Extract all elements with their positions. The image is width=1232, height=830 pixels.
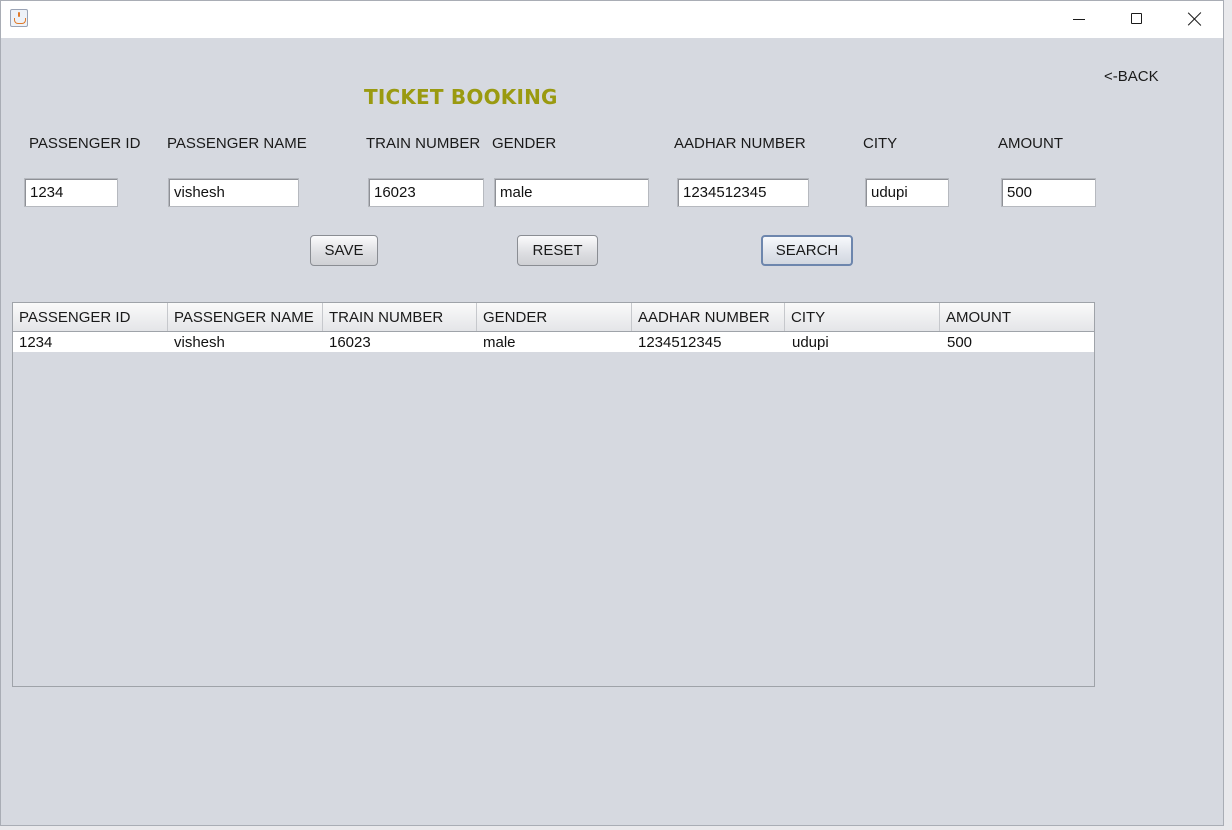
title-bar (1, 1, 1223, 38)
table-cell: vishesh (174, 334, 225, 351)
reset-button[interactable]: RESET (517, 235, 598, 266)
aadhar-number-field[interactable]: 1234512345 (677, 178, 809, 207)
table-cell: 500 (947, 334, 973, 351)
aadhar-number-label: AADHAR NUMBER (674, 135, 806, 152)
gender-label: GENDER (492, 135, 557, 152)
column-header-passenger-name[interactable]: PASSENGER NAME (168, 303, 323, 331)
column-header-passenger-id[interactable]: PASSENGER ID (13, 303, 168, 331)
page-title: TICKET BOOKING (364, 85, 558, 109)
search-button[interactable]: SEARCH (761, 235, 853, 266)
amount-field[interactable]: 500 (1001, 178, 1096, 207)
passenger-name-field[interactable]: vishesh (168, 178, 299, 207)
city-field[interactable]: udupi (865, 178, 949, 207)
column-header-train-number[interactable]: TRAIN NUMBER (323, 303, 477, 331)
app-window: TICKET BOOKING <-BACK PASSENGER ID PASSE… (0, 0, 1224, 826)
amount-label: AMOUNT (998, 135, 1063, 152)
passenger-table[interactable]: PASSENGER ID PASSENGER NAME TRAIN NUMBER… (12, 302, 1095, 687)
column-header-aadhar-number[interactable]: AADHAR NUMBER (632, 303, 785, 331)
maximize-icon (1131, 13, 1142, 24)
passenger-name-label: PASSENGER NAME (167, 135, 307, 152)
close-icon (1188, 12, 1202, 26)
table-cell: 1234512345 (638, 334, 722, 351)
close-button[interactable] (1166, 1, 1224, 38)
train-number-field[interactable]: 16023 (368, 178, 484, 207)
table-row[interactable]: 1234 vishesh 16023 male 1234512345 udupi… (13, 332, 1094, 352)
save-button[interactable]: SAVE (310, 235, 378, 266)
table-cell: udupi (792, 334, 829, 351)
train-number-label: TRAIN NUMBER (366, 135, 481, 152)
minimize-icon (1073, 19, 1085, 20)
passenger-id-field[interactable]: 1234 (24, 178, 118, 207)
table-cell: 1234 (19, 334, 53, 351)
column-header-city[interactable]: CITY (785, 303, 940, 331)
maximize-button[interactable] (1108, 1, 1166, 38)
city-label: CITY (863, 135, 898, 152)
java-cup-icon[interactable] (10, 9, 28, 27)
table-cell: 16023 (329, 334, 371, 351)
gender-field[interactable]: male (494, 178, 649, 207)
column-header-amount[interactable]: AMOUNT (940, 303, 1094, 331)
column-header-gender[interactable]: GENDER (477, 303, 632, 331)
table-cell: male (483, 334, 516, 351)
table-header: PASSENGER ID PASSENGER NAME TRAIN NUMBER… (13, 303, 1094, 332)
passenger-id-label: PASSENGER ID (29, 135, 141, 152)
minimize-button[interactable] (1050, 1, 1108, 38)
back-link[interactable]: <-BACK (1104, 68, 1159, 85)
